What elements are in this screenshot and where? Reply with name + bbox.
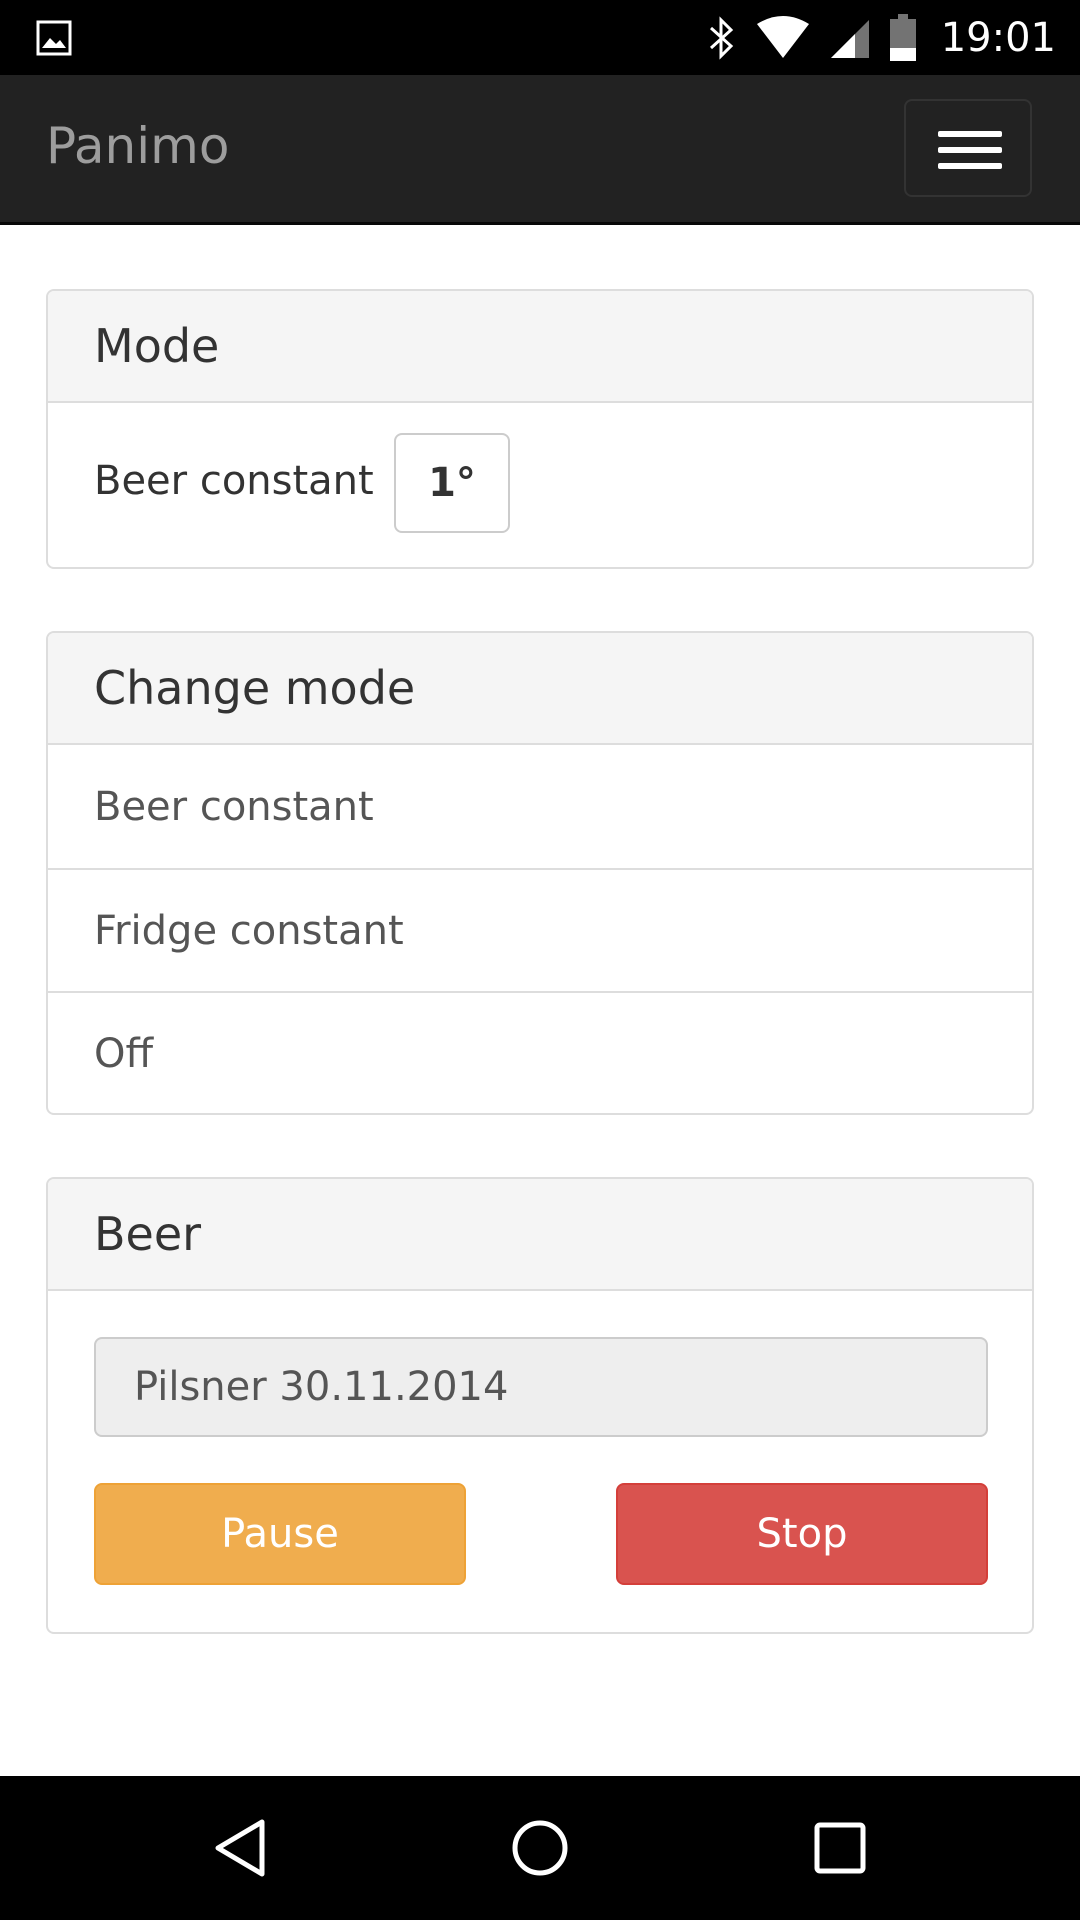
pause-button[interactable]: Pause bbox=[94, 1483, 466, 1585]
hamburger-menu-button[interactable] bbox=[904, 99, 1032, 197]
mode-panel-heading: Mode bbox=[48, 291, 1032, 403]
top-navbar: Panimo bbox=[0, 75, 1080, 225]
mode-option-beer-constant[interactable]: Beer constant bbox=[48, 745, 1032, 868]
wifi-icon bbox=[756, 15, 809, 58]
mode-option-off[interactable]: Off bbox=[48, 991, 1032, 1113]
status-bar: 19:01 bbox=[0, 0, 1080, 75]
bluetooth-icon bbox=[709, 15, 733, 60]
system-navigation-bar bbox=[0, 1776, 1080, 1920]
stop-button[interactable]: Stop bbox=[616, 1483, 988, 1585]
beer-name-field[interactable]: Pilsner 30.11.2014 bbox=[94, 1337, 988, 1437]
beer-panel-body: Pilsner 30.11.2014 Pause Stop bbox=[48, 1291, 1032, 1632]
change-mode-panel-heading: Change mode bbox=[48, 633, 1032, 745]
signal-icon bbox=[830, 19, 869, 58]
beer-panel: Beer Pilsner 30.11.2014 Pause Stop bbox=[46, 1177, 1034, 1634]
temperature-badge[interactable]: 1° bbox=[394, 433, 510, 533]
mode-panel: Mode Beer constant 1° bbox=[46, 289, 1034, 569]
brand-title[interactable]: Panimo bbox=[46, 117, 229, 175]
battery-icon bbox=[889, 13, 916, 61]
status-time: 19:01 bbox=[940, 14, 1056, 61]
beer-panel-heading: Beer bbox=[48, 1179, 1032, 1291]
back-icon[interactable] bbox=[210, 1816, 270, 1880]
gallery-icon bbox=[36, 20, 72, 56]
current-mode-label: Beer constant bbox=[94, 458, 374, 504]
recents-icon[interactable] bbox=[812, 1816, 868, 1880]
mode-option-fridge-constant[interactable]: Fridge constant bbox=[48, 868, 1032, 991]
change-mode-panel: Change mode Beer constant Fridge constan… bbox=[46, 631, 1034, 1115]
home-icon[interactable] bbox=[508, 1816, 572, 1880]
mode-panel-body: Beer constant 1° bbox=[48, 403, 1032, 565]
